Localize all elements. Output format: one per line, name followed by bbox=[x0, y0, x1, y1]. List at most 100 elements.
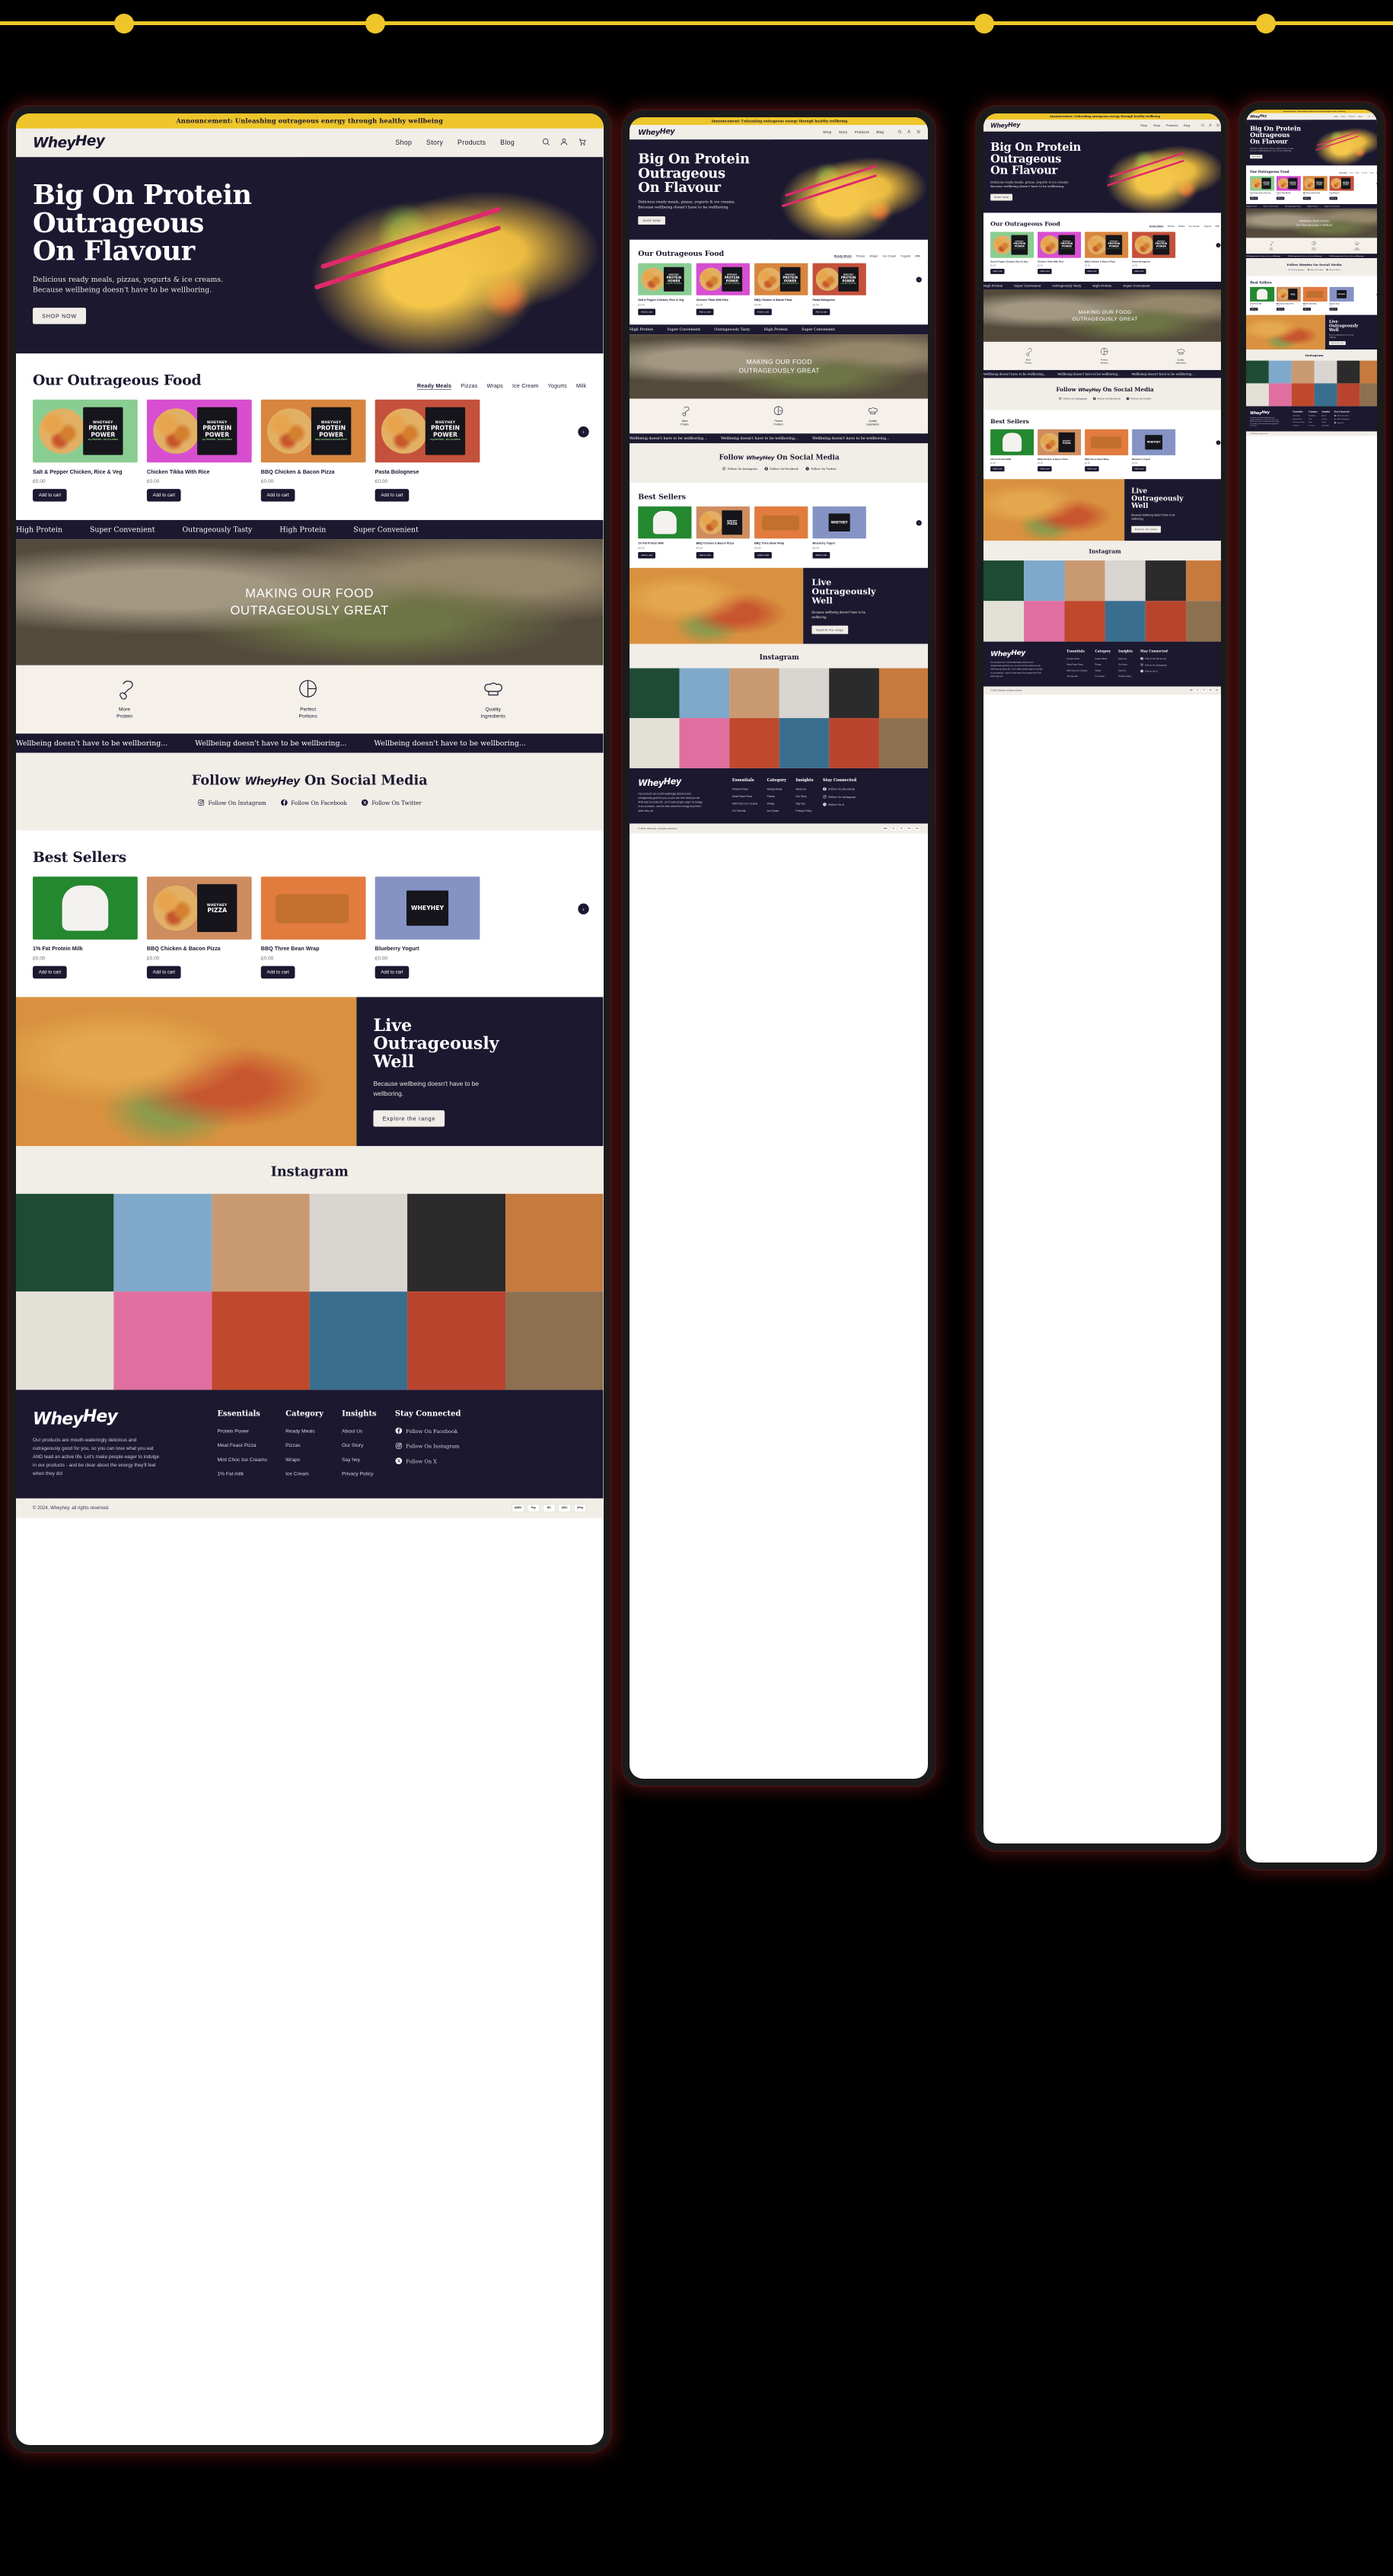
logo[interactable]: WheyHey bbox=[990, 121, 1020, 129]
footer-link[interactable]: Protein Power bbox=[217, 1428, 249, 1434]
instagram-tile[interactable] bbox=[309, 1291, 408, 1390]
filter-pizzas[interactable]: Pizzas bbox=[1168, 225, 1175, 227]
nav-link-blog[interactable]: Blog bbox=[1184, 124, 1190, 127]
tablet-screen[interactable]: Announcement: Unleashing outrageous ener… bbox=[630, 117, 928, 1779]
add-to-cart-button[interactable]: Add to cart bbox=[375, 966, 410, 979]
instagram-tile[interactable] bbox=[1360, 360, 1377, 384]
add-to-cart-button[interactable]: Add to cart bbox=[1038, 268, 1052, 274]
product-card[interactable]: 1% Fat Protein Milk £0.00 Add to cart bbox=[990, 429, 1034, 472]
footer-link[interactable]: Meat Feast Pizza bbox=[217, 1442, 256, 1448]
instagram-tile[interactable] bbox=[1105, 601, 1146, 642]
add-to-cart-button[interactable]: Add to cart bbox=[696, 551, 714, 559]
footer-link[interactable]: Wraps bbox=[767, 802, 775, 805]
carousel-next-button[interactable]: › bbox=[916, 276, 922, 282]
product-card[interactable]: BBQ Three Bean Wrap £0.00 Add to cart bbox=[754, 506, 808, 559]
footer-link[interactable]: Say hey bbox=[795, 802, 805, 805]
instagram-tile[interactable] bbox=[630, 668, 680, 719]
filter-ice-cream[interactable]: Ice Cream bbox=[883, 254, 897, 257]
nav-link-story[interactable]: Story bbox=[1341, 116, 1345, 117]
instagram-tile[interactable] bbox=[878, 718, 928, 768]
instagram-tile[interactable] bbox=[113, 1193, 212, 1292]
nav-link-products[interactable]: Products bbox=[1349, 116, 1356, 117]
footer-link[interactable]: Ice Cream bbox=[285, 1470, 309, 1476]
cart-icon[interactable] bbox=[578, 137, 587, 148]
social-link-instagram[interactable]: Follow On Instagram bbox=[198, 799, 266, 808]
footer-link[interactable]: Mint Choc Ice Creams bbox=[1293, 422, 1304, 423]
instagram-tile[interactable] bbox=[829, 668, 879, 719]
product-card[interactable]: WHEYHEY PROTEIN POWER 47g PROTEIN · 433 CAL… bbox=[1329, 176, 1354, 200]
filter-ice-cream[interactable]: Ice Cream bbox=[1189, 225, 1200, 227]
footer-link[interactable]: Our Story bbox=[1118, 663, 1127, 666]
footer-social-facebook[interactable]: Follow On Facebook bbox=[395, 1427, 461, 1435]
footer-logo[interactable]: WheyHey bbox=[33, 1406, 199, 1428]
add-to-cart-button[interactable]: Add to cart bbox=[146, 966, 181, 979]
footer-social-facebook[interactable]: Follow On Facebook bbox=[1334, 414, 1350, 417]
social-link-facebook[interactable]: Follow On Facebook bbox=[764, 467, 799, 471]
instagram-tile[interactable] bbox=[829, 718, 879, 768]
social-link-instagram[interactable]: Follow On Instagram bbox=[1288, 269, 1304, 271]
footer-link[interactable]: About Us bbox=[1321, 415, 1326, 417]
mobile-small-screen[interactable]: Announcement: Unleashing outrageous ener… bbox=[1246, 110, 1377, 1863]
product-card[interactable]: WHEYHEY PROTEIN POWER 47g PROTEIN · 433 CAL… bbox=[1038, 231, 1082, 274]
footer-social-instagram[interactable]: Follow On Instagram bbox=[1140, 663, 1168, 667]
footer-link[interactable]: Wraps bbox=[285, 1457, 300, 1463]
social-link-facebook[interactable]: Follow On Facebook bbox=[1307, 269, 1323, 271]
instagram-tile[interactable] bbox=[505, 1291, 604, 1390]
product-card[interactable]: BBQ Three Bean Wrap £0.00 Add to cart bbox=[260, 876, 366, 979]
hero-shop-now-button[interactable]: SHOP NOW bbox=[638, 216, 665, 225]
product-card[interactable]: BBQ Three Bean Wrap £0.00 Add to cart bbox=[1085, 429, 1129, 472]
instagram-tile[interactable] bbox=[679, 668, 730, 719]
filter-milk[interactable]: Milk bbox=[1376, 172, 1377, 174]
instagram-tile[interactable] bbox=[1314, 383, 1337, 407]
social-link-facebook[interactable]: Follow On Facebook bbox=[1092, 397, 1120, 401]
product-card[interactable]: WHEYHEY PIZZA BBQ Chicken & Bacon Pizza £… bbox=[1038, 429, 1082, 472]
footer-link[interactable]: Ready Meals bbox=[1309, 415, 1315, 417]
instagram-tile[interactable] bbox=[16, 1193, 114, 1292]
product-card[interactable]: WHEYHEY PROTEIN POWER BBQ CHICKEN & BACON P… bbox=[1085, 231, 1129, 274]
product-card[interactable]: WHEYHEY Blueberry Yogurt £0.00 Add to ca… bbox=[1132, 429, 1176, 472]
instagram-tile[interactable] bbox=[1291, 383, 1315, 407]
footer-link[interactable]: Pizzas bbox=[1095, 663, 1101, 666]
filter-ready-meals[interactable]: Ready Meals bbox=[417, 382, 451, 388]
add-to-cart-button[interactable]: Add to cart bbox=[1132, 268, 1146, 274]
nav-link-shop[interactable]: Shop bbox=[823, 130, 831, 134]
product-card[interactable]: WHEYHEY PIZZA BBQ Chicken & Bacon Pizza £… bbox=[696, 506, 750, 559]
mobile-large-screen[interactable]: Announcement: Unleashing outrageous ener… bbox=[983, 113, 1221, 1843]
instagram-tile[interactable] bbox=[1064, 560, 1105, 602]
nav-link-blog[interactable]: Blog bbox=[1359, 116, 1362, 117]
footer-link[interactable]: Privacy Policy bbox=[795, 809, 811, 812]
footer-social-x[interactable]: Follow On X bbox=[1334, 422, 1350, 424]
footer-social-instagram[interactable]: Follow On Instagram bbox=[395, 1442, 461, 1451]
footer-link[interactable]: Our Story bbox=[342, 1442, 363, 1448]
hero-shop-now-button[interactable]: SHOP NOW bbox=[990, 193, 1013, 201]
instagram-tile[interactable] bbox=[729, 668, 779, 719]
add-to-cart-button[interactable]: Add to cart bbox=[1276, 308, 1285, 311]
product-card[interactable]: WHEYHEY PROTEIN POWER 47g PROTEIN · 433 CAL… bbox=[1250, 176, 1275, 200]
search-icon[interactable] bbox=[541, 137, 550, 148]
carousel-next-button[interactable]: › bbox=[1216, 243, 1221, 247]
footer-link[interactable]: Meat Feast Pizza bbox=[1293, 418, 1302, 420]
filter-wraps[interactable]: Wraps bbox=[486, 382, 502, 388]
instagram-tile[interactable] bbox=[1291, 360, 1315, 384]
footer-link[interactable]: Say hey bbox=[1321, 422, 1326, 423]
instagram-tile[interactable] bbox=[505, 1193, 604, 1292]
add-to-cart-button[interactable]: Add to cart bbox=[696, 308, 714, 315]
footer-logo[interactable]: WheyHey bbox=[1250, 410, 1289, 415]
instagram-tile[interactable] bbox=[1337, 383, 1360, 407]
cart-icon[interactable] bbox=[1376, 115, 1377, 117]
add-to-cart-button[interactable]: Add to cart bbox=[33, 488, 67, 502]
instagram-tile[interactable] bbox=[407, 1291, 505, 1390]
nav-link-story[interactable]: Story bbox=[1153, 124, 1160, 127]
add-to-cart-button[interactable]: Add to cart bbox=[1085, 268, 1099, 274]
add-to-cart-button[interactable]: Add to cart bbox=[1302, 196, 1312, 200]
nav-link-shop[interactable]: Shop bbox=[395, 139, 412, 147]
footer-social-x[interactable]: Follow On X bbox=[1140, 669, 1168, 673]
footer-link[interactable]: Pizzas bbox=[1309, 418, 1312, 420]
footer-link[interactable]: About Us bbox=[342, 1428, 362, 1434]
footer-link[interactable]: Say hey bbox=[1118, 669, 1126, 672]
carousel-next-button[interactable]: › bbox=[1216, 440, 1221, 445]
cart-icon[interactable] bbox=[1216, 123, 1219, 128]
instagram-tile[interactable] bbox=[1246, 360, 1269, 384]
add-to-cart-button[interactable]: Add to cart bbox=[754, 308, 772, 315]
account-icon[interactable] bbox=[1208, 123, 1212, 128]
